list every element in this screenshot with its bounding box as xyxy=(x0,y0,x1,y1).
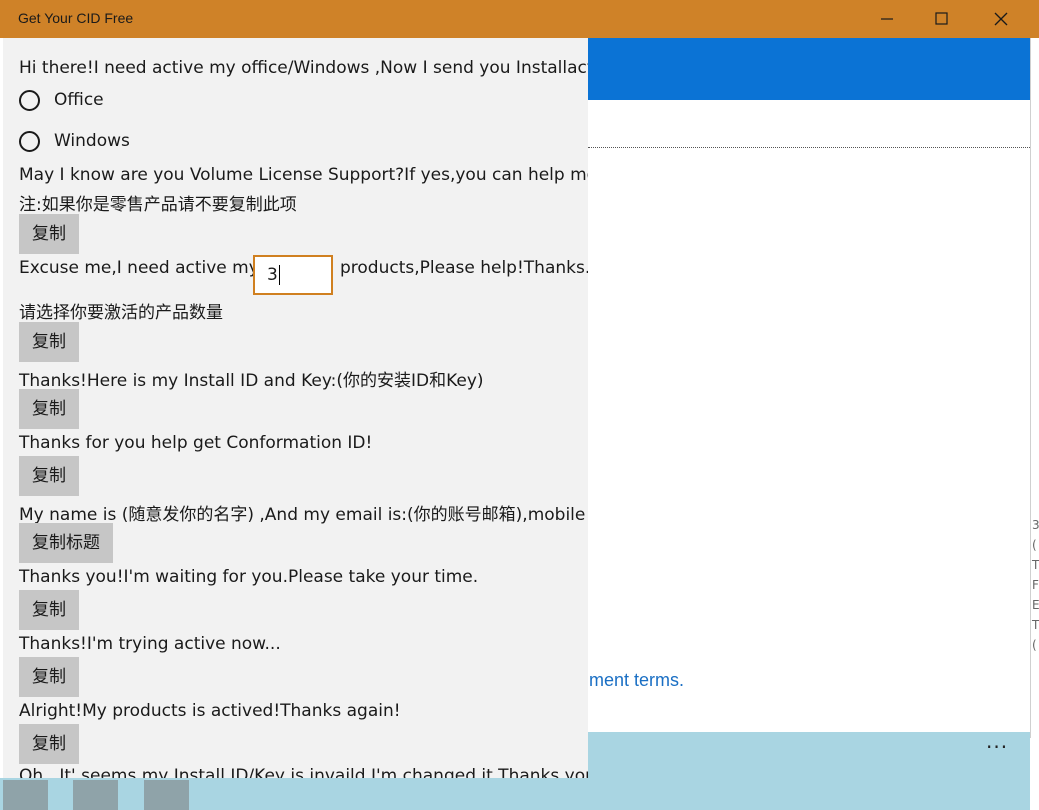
install-id-text: Thanks!Here is my Install ID and Key:(你的… xyxy=(19,371,484,391)
minimize-button[interactable] xyxy=(865,0,911,38)
maximize-icon xyxy=(935,12,948,25)
agreement-link[interactable]: ment terms. xyxy=(589,670,684,691)
background-window xyxy=(588,38,1039,810)
edge-char: ( xyxy=(1032,638,1037,652)
quantity-hint-text: 请选择你要激活的产品数量 xyxy=(19,303,223,323)
minimize-icon xyxy=(881,18,893,20)
activated-text: Alright!My products is actived!Thanks ag… xyxy=(19,701,401,721)
radio-label: Office xyxy=(54,90,104,110)
radio-office[interactable]: Office xyxy=(19,86,104,114)
edge-char: 3 xyxy=(1032,518,1039,532)
confirmation-text: Thanks for you help get Conformation ID! xyxy=(19,433,373,453)
background-border xyxy=(1030,38,1031,738)
quantity-value: 3 xyxy=(267,265,278,285)
taskbar-thumb[interactable] xyxy=(73,780,118,810)
edge-char: F xyxy=(1032,578,1039,592)
name-email-text: My name is (随意发你的名字) ,And my email is:(你… xyxy=(19,505,586,525)
edge-char: T xyxy=(1032,558,1039,572)
retail-note-text: 注:如果你是零售产品请不要复制此项 xyxy=(19,195,297,215)
copy-button[interactable]: 复制 xyxy=(19,322,79,362)
volume-question-text: May I know are you Volume License Suppor… xyxy=(19,165,588,185)
taskbar-thumb[interactable] xyxy=(144,780,189,810)
invalid-key-text: Oh...It' seems my Install ID/Key is inva… xyxy=(19,766,588,778)
radio-label: Windows xyxy=(54,131,130,151)
trying-text: Thanks!I'm trying active now... xyxy=(19,634,281,654)
title-bar: Get Your CID Free xyxy=(0,0,1039,38)
radio-circle-icon xyxy=(19,130,40,152)
quantity-suffix-text: products,Please help!Thanks. xyxy=(340,258,588,278)
greeting-text: Hi there!I need active my office/Windows… xyxy=(19,58,588,78)
radio-circle-icon xyxy=(19,89,40,111)
background-bottom-bar xyxy=(588,732,1030,810)
copy-button[interactable]: 复制 xyxy=(19,724,79,764)
background-edge-text: 3 ( T F E T ( xyxy=(1032,515,1039,655)
copy-button[interactable]: 复制 xyxy=(19,456,79,496)
copy-button[interactable]: 复制 xyxy=(19,389,79,429)
cid-form-panel: Hi there!I need active my office/Windows… xyxy=(3,38,588,778)
edge-char: T xyxy=(1032,618,1039,632)
edge-char: ( xyxy=(1032,538,1037,552)
quantity-input[interactable]: 3 xyxy=(253,255,333,295)
radio-windows[interactable]: Windows xyxy=(19,127,130,155)
maximize-button[interactable] xyxy=(919,0,965,38)
quantity-prefix-text: Excuse me,I need active my xyxy=(19,258,259,278)
copy-button[interactable]: 复制 xyxy=(19,657,79,697)
close-icon xyxy=(994,12,1008,26)
waiting-text: Thanks you!I'm waiting for you.Please ta… xyxy=(19,567,479,587)
copy-title-button[interactable]: 复制标题 xyxy=(19,523,113,563)
close-button[interactable] xyxy=(978,0,1024,38)
copy-button[interactable]: 复制 xyxy=(19,590,79,630)
more-options-icon[interactable]: ··· xyxy=(986,735,1008,759)
taskbar-thumb[interactable] xyxy=(3,780,48,810)
edge-char: E xyxy=(1032,598,1039,612)
text-caret xyxy=(278,265,280,285)
copy-button[interactable]: 复制 xyxy=(19,214,79,254)
background-divider xyxy=(588,147,1030,148)
background-header-bar xyxy=(588,38,1030,100)
window-title: Get Your CID Free xyxy=(18,10,134,26)
